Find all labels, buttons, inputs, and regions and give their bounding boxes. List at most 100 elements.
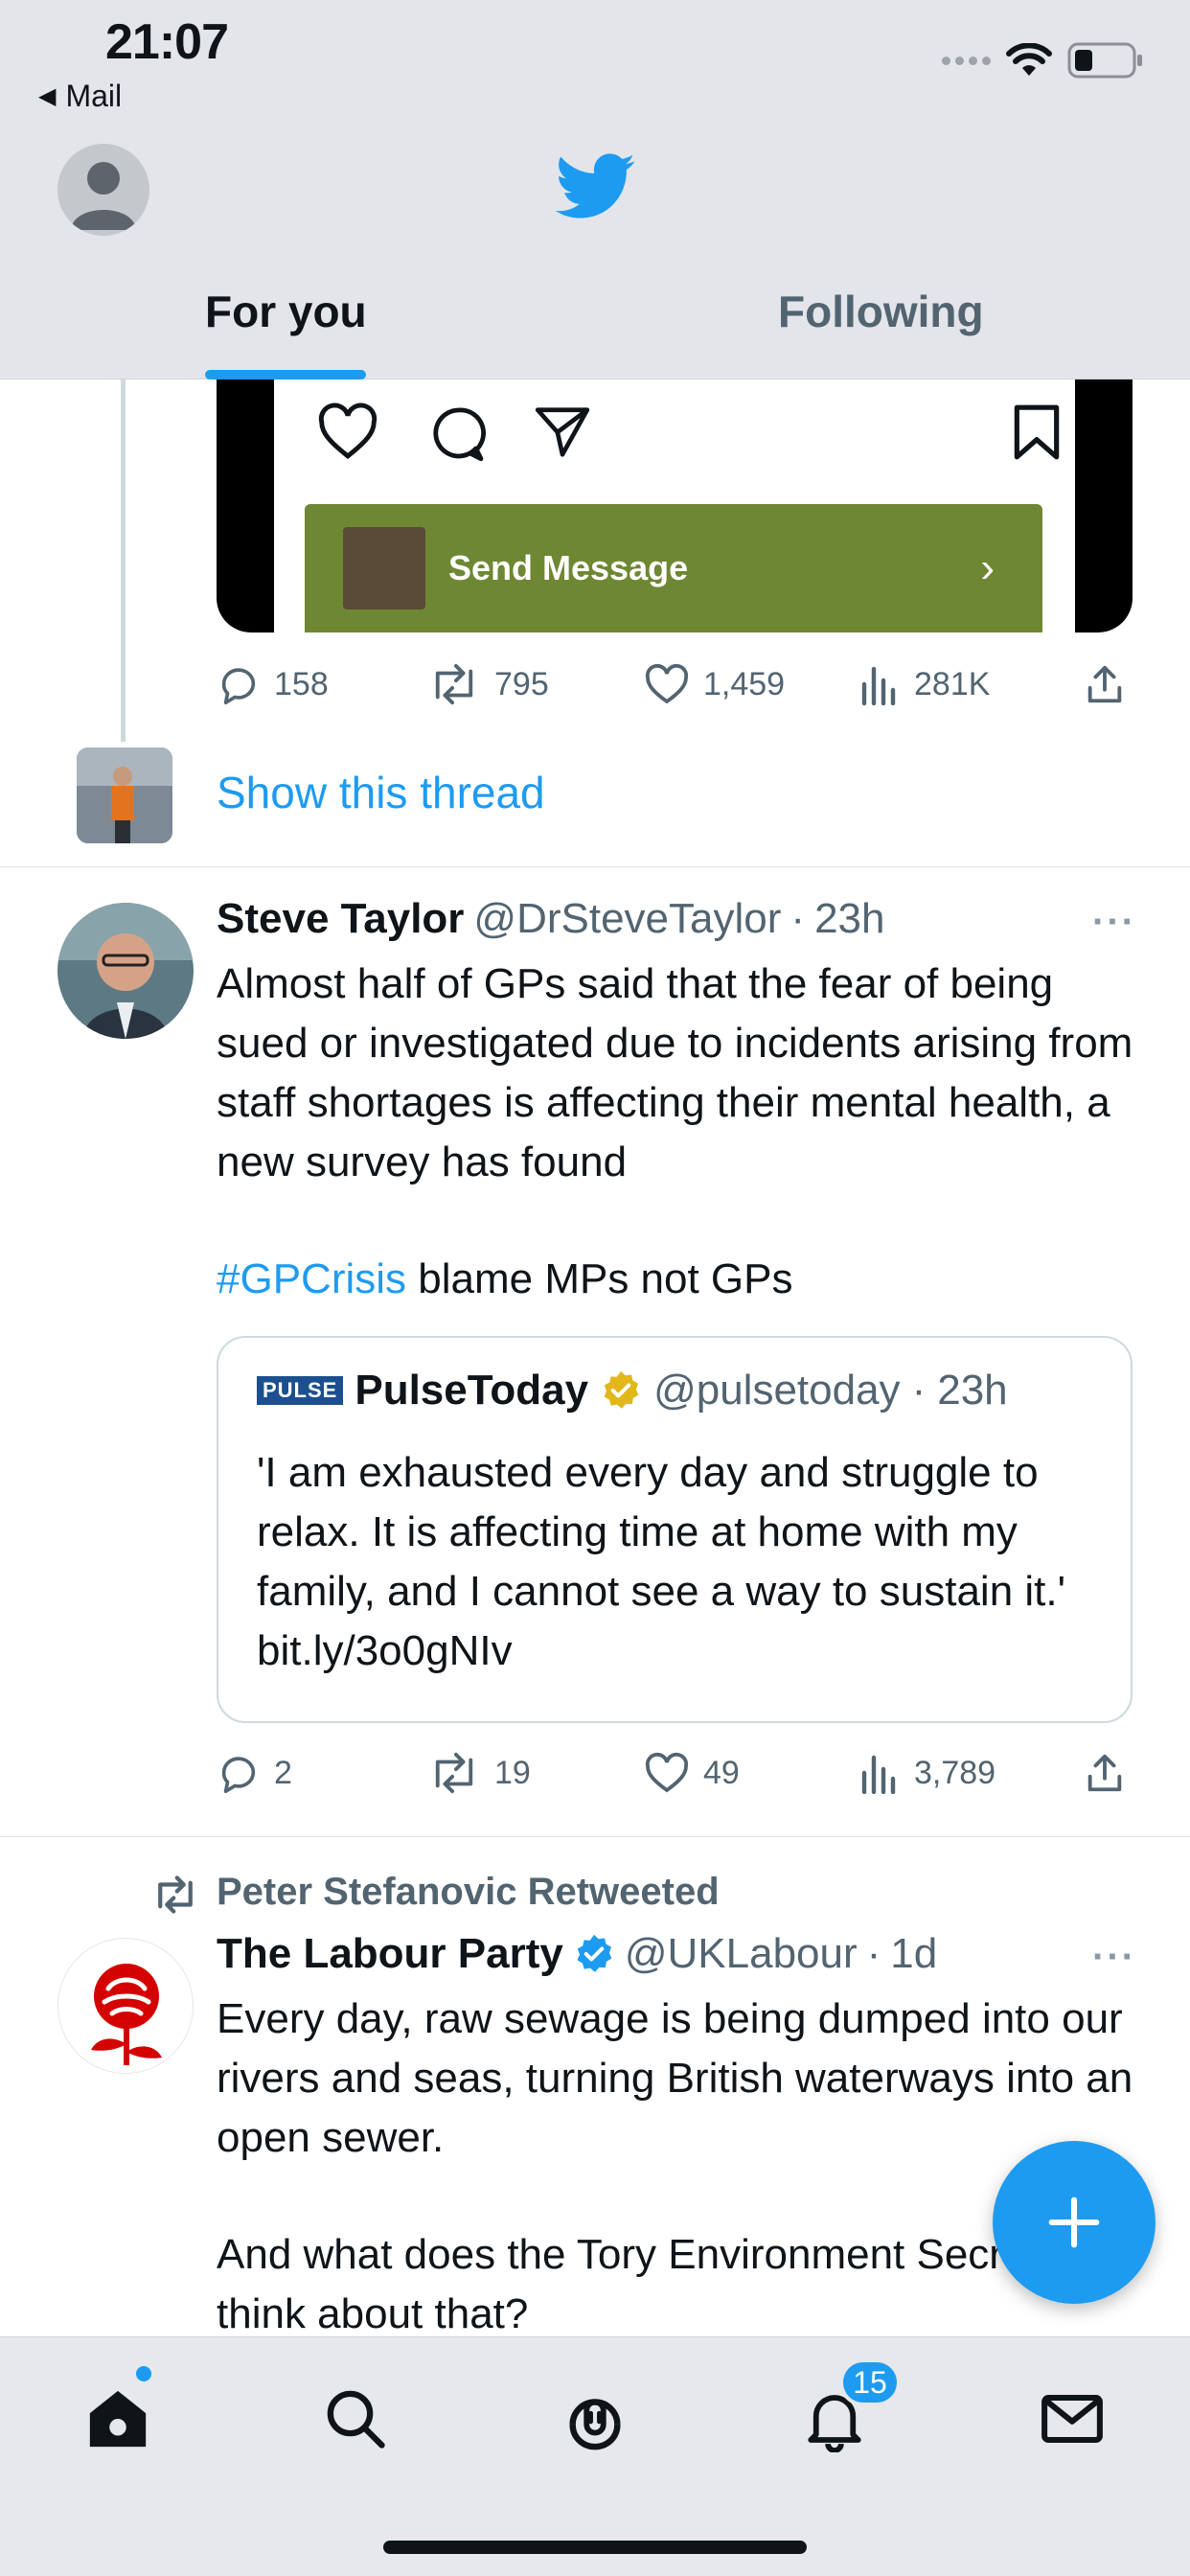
- retweet-button[interactable]: 795: [427, 656, 549, 713]
- tweet2-hashtag-line: #GPCrisis blame MPs not GPs: [217, 1250, 1146, 1309]
- reply-button[interactable]: 158: [217, 656, 329, 713]
- share-button[interactable]: [1083, 1744, 1127, 1802]
- signal-icon: [942, 56, 991, 65]
- retweeted-by-label: Peter Stefanovic Retweeted: [217, 1871, 720, 1913]
- reply-icon: [221, 668, 256, 704]
- quote-time: 23h: [937, 1367, 1008, 1414]
- views-icon: [861, 1755, 896, 1794]
- like-button[interactable]: 1,459: [644, 656, 785, 713]
- hashtag-trailing-text: blame MPs not GPs: [406, 1255, 793, 1302]
- separator-dot: ·: [790, 895, 806, 942]
- retweet-button[interactable]: 19: [427, 1744, 531, 1802]
- avatar-photo: [77, 748, 172, 843]
- quoted-tweet[interactable]: PULSE PulseToday @pulsetoday · 23h 'I am…: [217, 1336, 1133, 1723]
- like-button[interactable]: 49: [644, 1744, 740, 1802]
- tweet3-paragraph-1: Every day, raw sewage is being dumped in…: [217, 1995, 1133, 2161]
- tweet3-text: Every day, raw sewage is being dumped in…: [217, 1990, 1146, 2344]
- show-thread-link[interactable]: Show this thread: [217, 767, 545, 818]
- bird-icon[interactable]: [556, 153, 636, 220]
- like-icon: [645, 663, 689, 704]
- compose-icon: [1048, 2196, 1100, 2248]
- bookmark-icon: [1014, 404, 1060, 460]
- tab-following[interactable]: Following: [778, 286, 984, 337]
- retweet-count: 795: [494, 665, 549, 702]
- tab-for-you[interactable]: For you: [205, 286, 367, 337]
- rose-logo: [91, 1964, 162, 2065]
- search-icon: [327, 2390, 385, 2449]
- views-button[interactable]: 281K: [858, 656, 990, 713]
- share-icon: [1087, 665, 1122, 703]
- divider: [0, 1836, 1190, 1837]
- more-icon[interactable]: ···: [1092, 901, 1136, 944]
- pulse-logo: PULSE: [257, 1376, 344, 1405]
- nav-search[interactable]: [312, 2376, 399, 2462]
- reply-icon: [221, 1757, 256, 1793]
- nav-messages[interactable]: [1029, 2376, 1115, 2462]
- reply-count: 158: [274, 665, 329, 702]
- retweeted-by[interactable]: Peter Stefanovic Retweeted: [158, 1871, 720, 1914]
- reply-count: 2: [274, 1754, 292, 1791]
- tweet2-actions: 2 19 49 3,789: [217, 1744, 1133, 1802]
- nav-home[interactable]: [75, 2376, 161, 2462]
- views-icon: [861, 666, 896, 705]
- like-count: 49: [703, 1754, 740, 1791]
- quote-header: PULSE PulseToday @pulsetoday · 23h: [257, 1367, 1008, 1414]
- mail-icon: [1041, 2394, 1103, 2444]
- author-handle[interactable]: @UKLabour: [625, 1930, 858, 1978]
- share-button[interactable]: [1083, 656, 1127, 713]
- tweet1-actions: 158 795 1,459 281K: [217, 656, 1133, 713]
- views-count: 3,789: [914, 1754, 996, 1791]
- verified-icon: [577, 1934, 612, 1972]
- back-arrow-icon: ◀: [38, 83, 57, 109]
- wifi-icon: [1006, 43, 1052, 76]
- author-name[interactable]: Steve Taylor: [217, 895, 464, 943]
- tweet-media[interactable]: Send Message ›: [217, 380, 1133, 632]
- like-icon: [645, 1752, 689, 1793]
- home-indicator: [383, 2541, 807, 2554]
- tweet-time: 23h: [814, 895, 885, 942]
- retweet-icon: [435, 663, 473, 705]
- author-handle[interactable]: @DrSteveTaylor: [473, 895, 781, 943]
- top-header: 21:07 ◀ Mail For you Following: [0, 0, 1190, 380]
- send-message-label: Send Message: [448, 548, 689, 587]
- quote-author-name: PulseToday: [355, 1367, 589, 1414]
- thread-author-avatar[interactable]: [77, 748, 172, 843]
- status-indicators: [942, 42, 1144, 79]
- separator-dot: ·: [911, 1367, 927, 1414]
- tweet2-header: Steve Taylor @DrSteveTaylor · 23h: [217, 895, 884, 943]
- share-icon: [1087, 1754, 1122, 1792]
- chevron-right-icon: ›: [980, 544, 995, 591]
- active-tab-indicator: [205, 370, 366, 380]
- like-count: 1,459: [703, 665, 786, 702]
- steve-taylor-avatar[interactable]: [57, 903, 194, 1039]
- views-button[interactable]: 3,789: [858, 1744, 995, 1802]
- divider: [0, 866, 1190, 867]
- compose-button[interactable]: [993, 2141, 1156, 2304]
- hashtag-link[interactable]: #GPCrisis: [217, 1255, 406, 1302]
- person-icon: [71, 162, 136, 230]
- quote-text: 'I am exhausted every day and struggle t…: [257, 1449, 1066, 1674]
- avatar-photo: [57, 903, 194, 1039]
- labour-party-avatar[interactable]: [57, 1938, 194, 2074]
- author-name[interactable]: The Labour Party: [217, 1930, 563, 1978]
- thread-line: [121, 380, 126, 742]
- reply-button[interactable]: 2: [217, 1744, 292, 1802]
- media-screenshot: Send Message ›: [274, 380, 1075, 632]
- bottom-nav: 15: [0, 2336, 1190, 2576]
- profile-avatar[interactable]: [57, 144, 149, 236]
- more-icon[interactable]: ···: [1092, 1936, 1136, 1979]
- home-icon: [89, 2390, 147, 2448]
- heart-icon: [318, 402, 378, 460]
- back-to-mail[interactable]: ◀ Mail: [38, 79, 122, 114]
- tweet3-header: The Labour Party @UKLabour · 1d: [217, 1930, 937, 1978]
- retweet-icon: [158, 1875, 193, 1914]
- separator-dot: ·: [866, 1930, 881, 1977]
- tweet2-body: Almost half of GPs said that the fear of…: [217, 960, 1133, 1185]
- nav-spaces[interactable]: [552, 2376, 638, 2462]
- comment-icon: [433, 407, 487, 462]
- views-count: 281K: [914, 665, 991, 702]
- back-label: Mail: [65, 79, 123, 113]
- status-time: 21:07: [105, 14, 229, 70]
- send-icon: [535, 407, 590, 457]
- verified-icon: [604, 1370, 639, 1409]
